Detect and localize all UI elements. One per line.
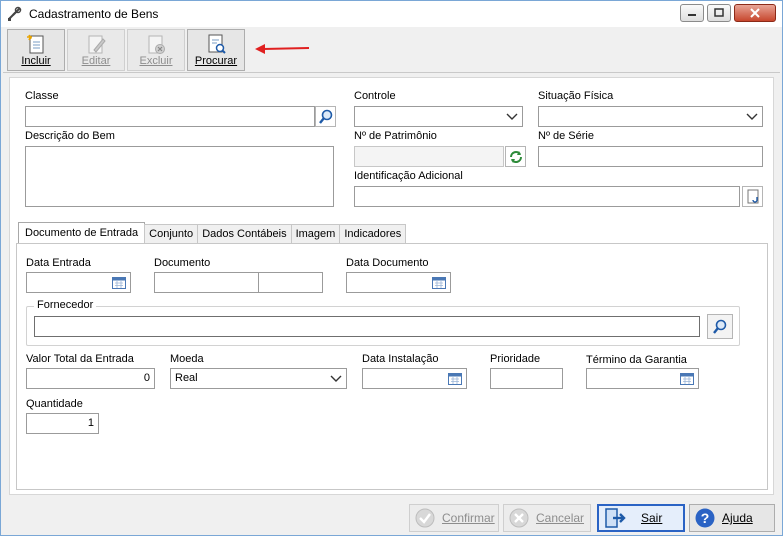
fornecedor-input[interactable] xyxy=(34,316,700,337)
data-entrada-label: Data Entrada xyxy=(26,257,91,269)
documento-input[interactable] xyxy=(154,272,259,293)
identificacao-input[interactable] xyxy=(354,186,740,207)
patrimonio-generate-button[interactable] xyxy=(505,146,526,167)
exit-door-icon xyxy=(605,508,626,528)
patrimonio-label: Nº de Patrimônio xyxy=(354,130,437,142)
calendar-icon xyxy=(680,373,694,385)
svg-text:?: ? xyxy=(701,510,710,526)
incluir-button[interactable]: Incluir xyxy=(7,29,65,71)
cancel-circle-icon xyxy=(509,508,529,528)
search-icon xyxy=(713,319,727,334)
excluir-button[interactable]: Excluir xyxy=(127,29,185,71)
attach-document-icon xyxy=(747,189,758,203)
classe-search-button[interactable] xyxy=(315,106,336,127)
new-document-icon xyxy=(27,34,44,54)
tab-imagem[interactable]: Imagem xyxy=(290,224,341,244)
calendar-icon xyxy=(448,373,462,385)
sair-label: Sair xyxy=(641,511,663,525)
minimize-icon xyxy=(688,14,696,16)
maximize-icon xyxy=(714,8,724,17)
title-bar: Cadastramento de Bens xyxy=(1,1,782,27)
termino-garantia-input[interactable] xyxy=(586,368,699,389)
tab-dados-contabeis[interactable]: Dados Contábeis xyxy=(197,224,292,244)
editar-label: Editar xyxy=(81,55,111,67)
app-window: Cadastramento de Bens Incluir Editar Exc… xyxy=(0,0,783,536)
window-title: Cadastramento de Bens xyxy=(29,7,159,21)
refresh-icon xyxy=(509,150,522,163)
calendar-icon xyxy=(112,277,126,289)
prioridade-input[interactable] xyxy=(490,368,563,389)
chevron-down-icon xyxy=(506,113,518,120)
fornecedor-search-button[interactable] xyxy=(707,314,733,339)
situacao-label: Situação Física xyxy=(538,90,614,102)
editar-button[interactable]: Editar xyxy=(67,29,125,71)
documento-serie-input[interactable] xyxy=(258,272,323,293)
main-panel: Classe Descrição do Bem Controle Situaçã… xyxy=(9,77,774,495)
tab-strip: Documento de Entrada Conjunto Dados Cont… xyxy=(18,222,407,244)
annotation-arrow-icon xyxy=(255,44,310,54)
tab-indicadores[interactable]: Indicadores xyxy=(339,224,407,244)
cancelar-button[interactable]: Cancelar xyxy=(503,504,591,532)
data-entrada-input[interactable] xyxy=(26,272,131,293)
identificacao-button[interactable] xyxy=(742,186,763,207)
search-document-icon xyxy=(208,34,226,54)
classe-label: Classe xyxy=(25,90,59,102)
moeda-select[interactable]: Real xyxy=(170,368,347,389)
edit-document-icon xyxy=(88,35,106,54)
close-button[interactable] xyxy=(734,4,776,22)
calendar-icon xyxy=(432,277,446,289)
tools-icon xyxy=(5,4,25,24)
minimize-button[interactable] xyxy=(680,4,704,22)
check-circle-icon xyxy=(415,508,435,528)
toolbar: Incluir Editar Excluir Procurar xyxy=(3,27,780,73)
data-instalacao-label: Data Instalação xyxy=(362,353,439,365)
incluir-label: Incluir xyxy=(21,55,51,67)
sair-button[interactable]: Sair xyxy=(597,504,685,532)
procurar-label: Procurar xyxy=(194,55,238,67)
valor-total-label: Valor Total da Entrada xyxy=(26,353,134,365)
ajuda-button[interactable]: ? Ajuda xyxy=(689,504,775,532)
close-icon xyxy=(750,8,760,18)
cancelar-label: Cancelar xyxy=(536,511,585,525)
delete-document-icon xyxy=(148,35,165,54)
documento-label: Documento xyxy=(154,257,211,269)
help-icon: ? xyxy=(695,508,715,528)
moeda-label: Moeda xyxy=(170,353,204,365)
bottom-bar: Confirmar Cancelar Sair ? Ajuda xyxy=(3,500,780,535)
ajuda-label: Ajuda xyxy=(722,511,753,525)
serie-label: Nº de Série xyxy=(538,130,594,142)
prioridade-label: Prioridade xyxy=(490,353,541,365)
identificacao-label: Identificação Adicional xyxy=(354,170,463,182)
data-documento-input[interactable] xyxy=(346,272,451,293)
serie-input[interactable] xyxy=(538,146,763,167)
maximize-button[interactable] xyxy=(707,4,731,22)
documento-entrada-panel: Data Entrada Documento Data Documento Fo… xyxy=(16,243,768,490)
chevron-down-icon xyxy=(746,113,758,120)
moeda-value: Real xyxy=(175,372,198,384)
chevron-down-icon xyxy=(330,375,342,382)
data-instalacao-input[interactable] xyxy=(362,368,467,389)
patrimonio-input[interactable] xyxy=(354,146,504,167)
descricao-textarea[interactable] xyxy=(25,146,334,207)
classe-input[interactable] xyxy=(25,106,315,127)
data-documento-label: Data Documento xyxy=(346,257,429,269)
tab-documento-entrada[interactable]: Documento de Entrada xyxy=(18,222,146,244)
confirmar-button[interactable]: Confirmar xyxy=(409,504,499,532)
valor-total-input[interactable]: 0 xyxy=(26,368,155,389)
descricao-label: Descrição do Bem xyxy=(25,130,115,142)
quantidade-input[interactable]: 1 xyxy=(26,413,99,434)
quantidade-label: Quantidade xyxy=(26,398,83,410)
termino-garantia-label: Término da Garantia xyxy=(586,354,687,366)
excluir-label: Excluir xyxy=(139,55,173,67)
controle-label: Controle xyxy=(354,90,396,102)
tab-conjunto[interactable]: Conjunto xyxy=(144,224,199,244)
search-icon xyxy=(318,109,332,124)
controle-select[interactable] xyxy=(354,106,523,127)
situacao-select[interactable] xyxy=(538,106,763,127)
confirmar-label: Confirmar xyxy=(442,511,495,525)
procurar-button[interactable]: Procurar xyxy=(187,29,245,71)
fornecedor-label: Fornecedor xyxy=(34,299,97,311)
